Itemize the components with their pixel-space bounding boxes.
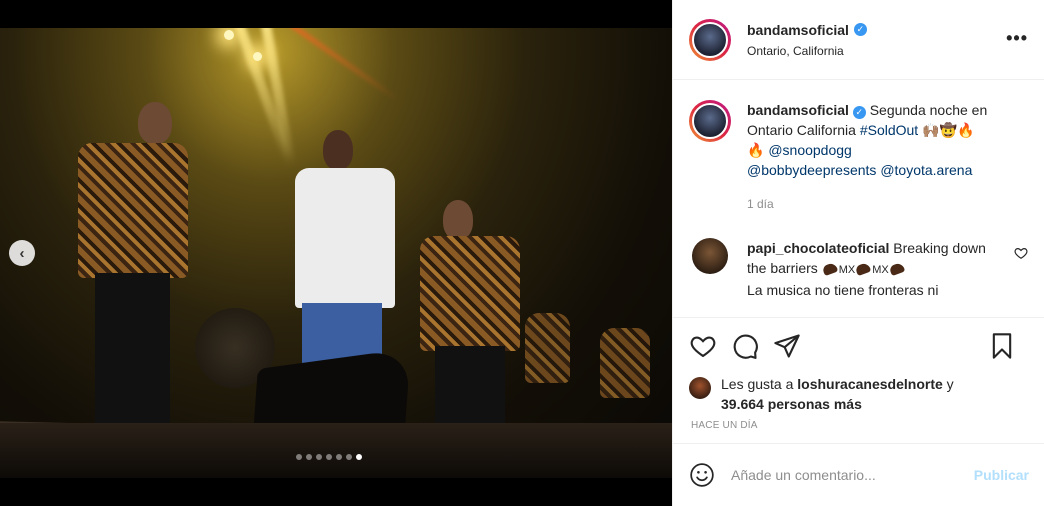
carousel-dot [356, 454, 362, 460]
caption: bandamsoficial ✓ Segunda noche en Ontari… [689, 100, 1028, 214]
comments-section: bandamsoficial ✓ Segunda noche en Ontari… [673, 80, 1044, 318]
like-comment-heart-icon[interactable] [1014, 246, 1028, 263]
likes-count-link[interactable]: 39.664 personas más [721, 396, 862, 412]
flexed-biceps-icon [855, 261, 872, 275]
story-ring[interactable] [689, 100, 731, 142]
post-location[interactable]: Ontario, California [747, 44, 867, 58]
avatar[interactable] [692, 103, 728, 139]
stage-floor [0, 423, 672, 478]
mention-link[interactable]: @snoopdogg [768, 142, 852, 158]
post-actions [673, 318, 1044, 374]
post-username[interactable]: bandamsoficial [747, 22, 849, 38]
carousel-dot [326, 454, 332, 460]
avatar[interactable] [692, 21, 728, 58]
carousel-prev-button[interactable]: ‹ [9, 240, 35, 266]
comment-item: papi_chocolateoficial Breaking down the … [689, 238, 1028, 300]
comment-text-line2: La musica no tiene fronteras ni [747, 282, 939, 298]
caption-emoji-fire: 🔥 [747, 142, 769, 158]
caption-time[interactable]: 1 día [747, 194, 1028, 214]
caption-username[interactable]: bandamsoficial [747, 102, 849, 118]
likes-summary: Les gusta a loshuracanesdelnorte y 39.66… [673, 374, 1044, 414]
likes-prefix: Les gusta a [721, 376, 798, 392]
caption-emojis: 🙌🏽🤠🔥 [918, 122, 975, 138]
hashtag-link[interactable]: #SoldOut [860, 122, 918, 138]
flag-mx-text: MX [838, 264, 856, 276]
publish-button[interactable]: Publicar [974, 467, 1029, 483]
carousel-dot [316, 454, 322, 460]
carousel-dot [346, 454, 352, 460]
likes-user-link[interactable]: loshuracanesdelnorte [797, 376, 943, 392]
avatar[interactable] [689, 377, 711, 399]
like-heart-icon[interactable] [689, 332, 717, 360]
emoji-smiley-icon[interactable] [689, 462, 715, 488]
mention-link[interactable]: @toyota.arena [880, 162, 972, 178]
mention-link[interactable]: @bobbydeepresents [747, 162, 876, 178]
verified-badge-icon: ✓ [852, 105, 866, 119]
verified-badge-icon: ✓ [853, 23, 867, 36]
flag-mx-text: MX [872, 264, 889, 276]
concert-photo [0, 28, 672, 478]
post-media[interactable]: ‹ [0, 0, 672, 506]
carousel-indicator [296, 454, 362, 460]
flexed-biceps-icon [889, 261, 906, 275]
save-bookmark-icon[interactable] [988, 332, 1016, 360]
likes-suffix: y [942, 376, 954, 392]
comment-username[interactable]: papi_chocolateoficial [747, 240, 889, 256]
post-side-panel: bandamsoficial ✓ Ontario, California •••… [672, 0, 1044, 506]
chevron-left-icon: ‹ [19, 244, 25, 262]
carousel-dot [306, 454, 312, 460]
comment-bubble-icon[interactable] [731, 332, 759, 360]
comment-input[interactable] [731, 467, 966, 483]
story-ring[interactable] [689, 18, 731, 61]
stage-spotlight [253, 52, 262, 61]
post-header: bandamsoficial ✓ Ontario, California ••• [673, 0, 1044, 80]
flexed-biceps-icon [822, 261, 839, 275]
post-timestamp[interactable]: HACE UN DÍA [673, 420, 1044, 431]
carousel-dot [296, 454, 302, 460]
stage-spotlight [224, 30, 234, 40]
carousel-dot [336, 454, 342, 460]
more-options-icon[interactable]: ••• [1006, 28, 1028, 49]
stage-light-beam [265, 28, 400, 102]
add-comment-bar: Publicar [673, 443, 1044, 506]
avatar[interactable] [692, 238, 728, 274]
share-paper-plane-icon[interactable] [773, 332, 801, 360]
